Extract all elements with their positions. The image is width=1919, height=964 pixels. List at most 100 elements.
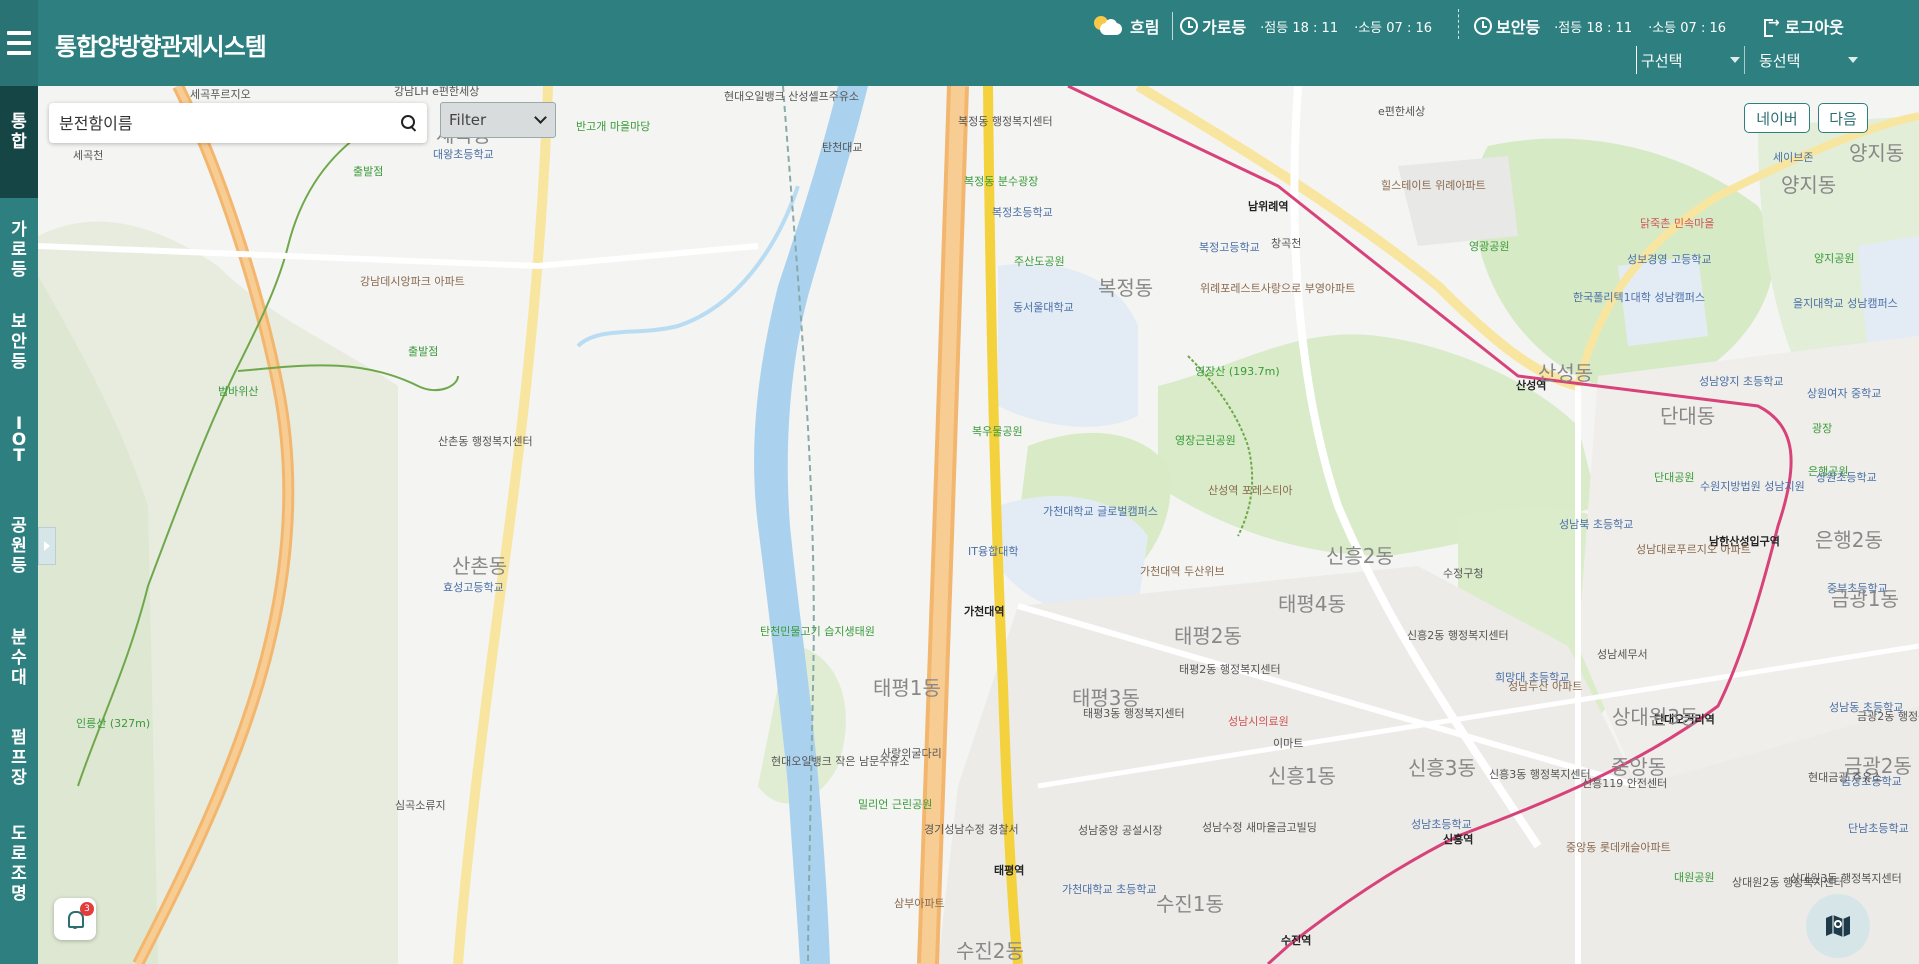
map-label: 신흥3동 행정복지센터 [1489,768,1591,781]
gu-select[interactable]: 구선택 [1636,46,1740,74]
map-label: 주산도공원 [1014,255,1065,268]
map-label: 산촌동 [452,554,508,578]
map-label: 반고개 마을마당 [576,120,651,133]
clock-icon [1474,17,1492,35]
chevron-down-icon [534,111,547,124]
map-canvas[interactable]: 세곡푸르지오강남LH e편한세상세곡동대왕초등학교세곡천출발점강남데시앙파크 아… [38,86,1919,964]
daum-map-button[interactable]: 다음 [1818,103,1868,133]
map-label: 복정동 행정복지센터 [958,115,1053,128]
weather-divider [1172,12,1173,40]
sidebar-item-security-lamp[interactable]: 보안등 [0,292,38,388]
map-label: e편한세상 [1378,105,1426,118]
dong-select-value: 동선택 [1759,51,1801,70]
map-icon [1826,915,1850,937]
street-lamp-on-time: ·점등 18 : 11 [1260,20,1339,36]
map-label: 이마트 [1273,737,1304,750]
sidebar-item-label-char: 공 [11,516,27,536]
map-label: 동서울대학교 [1013,301,1074,314]
sidebar-item-road-light[interactable]: 도로조명 [0,802,38,964]
map-label: 성남북 초등학교 [1559,518,1634,531]
map-label: 산성동 [1538,361,1594,385]
map-label: 현대오일뱅크 작은 남문주유소 [771,755,910,768]
map-label: 양지공원 [1814,252,1855,265]
map-label: 태평2동 [1174,624,1242,648]
map-label: 광장 [1812,422,1833,435]
sidebar-item-label-char: 대 [11,668,27,688]
map-label: 가천대역 [964,605,1005,618]
sidebar-expand-button[interactable] [38,527,56,565]
map-label: 단대동 [1660,404,1716,428]
gu-select-value: 구선택 [1641,51,1683,70]
naver-map-button[interactable]: 네이버 [1744,103,1810,133]
sidebar-item-park-lamp[interactable]: 공원등 [0,488,38,598]
map-label: 단대공원 [1654,471,1695,484]
map-label: 상원여자 중학교 [1807,387,1882,400]
sidebar-item-label-char: 원 [11,536,27,556]
logout-button[interactable]: 로그아웃 [1764,14,1844,38]
map-label: 남위례역 [1248,200,1289,213]
sidebar-item-label-char: 조 [11,864,27,884]
map-label: 금광2동 행정복지센터 [1857,710,1919,723]
lamp-divider [1458,9,1459,39]
map-label: 수진1동 [1156,892,1224,916]
sidebar-item-label-char: 프 [11,748,27,768]
map-label: 한국폴리텍1대학 성남캠퍼스 [1573,291,1705,304]
map-label: 심곡소류지 [395,799,446,812]
map-label: 탄천민물고기 습지생태원 [760,625,875,638]
map-label: 산촌동 행정복지센터 [438,435,533,448]
sidebar-item-street-lamp[interactable]: 가로등 [0,198,38,292]
map-label: 복정동 [1098,276,1154,300]
map-label: 태평3동 [1072,686,1140,710]
left-sidebar: 통합가로등보안등IOT공원등분수대펌프장도로조명 [0,86,38,964]
filter-select[interactable]: Filter [440,102,556,138]
hamburger-icon [7,28,31,58]
security-lamp-title: 보안등 [1496,18,1541,37]
map-label: 은행2동 [1815,528,1883,552]
map-label: 중앙동 롯데캐슬아파트 [1566,841,1671,854]
map-label: 태평역 [994,864,1025,877]
map-label: 성남수정 새마을금고빌딩 [1202,821,1317,834]
street-lamp-schedule: 가로등 ·점등 18 : 11 ·소등 07 : 16 [1180,14,1448,38]
sidebar-item-iot[interactable]: IOT [0,388,38,488]
map-label: 복정고등학교 [1199,241,1260,254]
dong-select[interactable]: 동선택 [1744,46,1860,74]
clock-icon [1180,17,1198,35]
map-label: 복정동 분수광장 [964,175,1039,188]
chevron-down-icon [1730,57,1740,63]
map-label: 세곡푸르지오 [190,88,251,101]
search-input[interactable] [59,113,401,133]
menu-toggle-button[interactable] [0,0,38,86]
sidebar-item-label-char: 도 [11,824,27,844]
map-label: 성남중앙 공설시장 [1078,824,1163,837]
notification-button[interactable]: 3 [54,898,96,940]
map-label: 복우물공원 [972,425,1023,438]
sidebar-item-pump[interactable]: 펌프장 [0,706,38,802]
weather-label: 흐림 [1130,18,1160,37]
map-label: 상대원3동 행정복지센터 [1790,872,1902,885]
sidebar-item-integrated[interactable]: 통합 [0,86,38,198]
map-label: 상대원3동 [1612,705,1699,729]
map-layer-button[interactable] [1806,894,1870,958]
map-label: 삼부아파트 [894,897,945,910]
map-label: 단남초등학교 [1848,822,1909,835]
map-label: 수정구청 [1443,567,1484,580]
map-label: 신흥역 [1443,833,1474,846]
sidebar-item-fountain[interactable]: 분수대 [0,598,38,706]
map-label: 출발점 [353,165,384,178]
search-icon[interactable] [401,115,417,131]
chevron-down-icon [1848,57,1858,63]
street-lamp-title: 가로등 [1202,18,1247,37]
map-label: 가천대학교 글로벌캠퍼스 [1043,505,1158,518]
sidebar-item-label-char: 로 [11,844,27,864]
map-label: 희망대 초등학교 [1495,671,1570,684]
map-label: 성남시의료원 [1228,715,1289,728]
map-label: 강남데시앙파크 아파트 [360,275,465,288]
logout-icon [1764,15,1780,37]
map-label: IT융합대학 [968,545,1019,558]
map-label: 신흥3동 [1408,756,1476,780]
map-label: 수진2동 [956,939,1024,963]
map-label: 신흥1동 [1268,764,1336,788]
logout-label: 로그아웃 [1785,18,1844,37]
map-label: 태평3동 행정복지센터 [1083,707,1185,720]
map-label: 수진역 [1281,934,1312,947]
